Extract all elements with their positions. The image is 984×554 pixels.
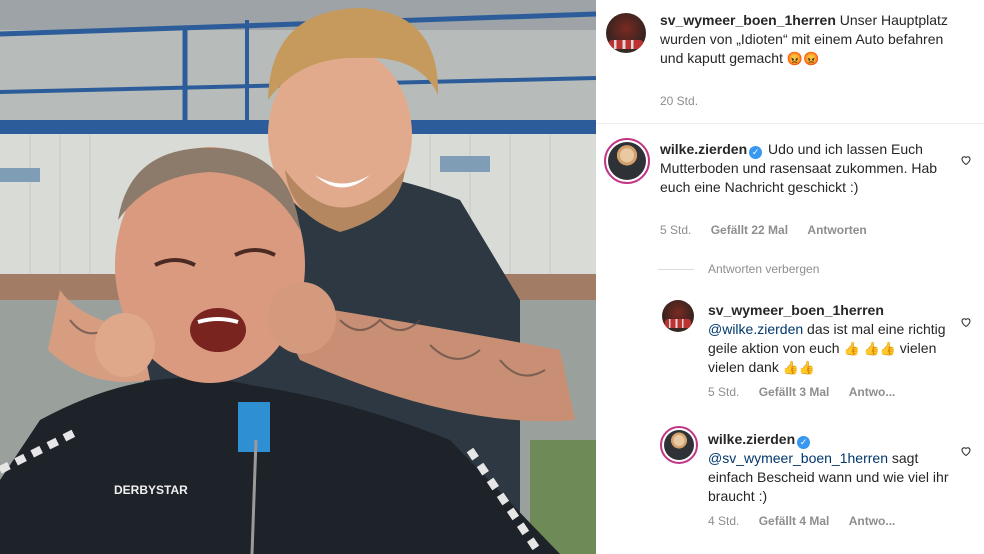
reply-time[interactable]: 5 Std. bbox=[708, 385, 739, 399]
reply-emoji-1: 👍 bbox=[843, 341, 860, 356]
wilke-avatar[interactable] bbox=[660, 426, 698, 464]
hide-replies-label: Antworten verbergen bbox=[708, 262, 820, 276]
hide-replies-button[interactable]: Antworten verbergen bbox=[658, 262, 819, 276]
comment-meta: 5 Std. Gefällt 22 Mal Antworten bbox=[660, 223, 883, 237]
caption-time-label[interactable]: 20 Std. bbox=[660, 94, 698, 108]
reply-emoji-3: 👍👍 bbox=[782, 360, 816, 375]
caption-time: 20 Std. bbox=[660, 94, 714, 108]
reply-likes[interactable]: Gefällt 4 Mal bbox=[759, 514, 830, 528]
comment-text: wilke.zierden ✓ Udo und ich lassen Euch M… bbox=[660, 140, 950, 197]
caption-emojis: 😡😡 bbox=[786, 51, 820, 66]
reply-text: sv_wymeer_boen_1herren @wilke.zierden da… bbox=[708, 301, 960, 377]
post-caption: sv_wymeer_boen_1herren Unser Hauptplatz … bbox=[596, 0, 984, 124]
hide-replies-divider bbox=[658, 268, 694, 270]
post-photo[interactable]: DERBYSTAR bbox=[0, 0, 596, 554]
reply-emoji-2: 👍👍 bbox=[863, 341, 896, 356]
wilke-avatar[interactable] bbox=[604, 138, 650, 184]
reply-text: wilke.zierden ✓ @sv_wymeer_boen_1herren s… bbox=[708, 430, 960, 506]
comments-panel: sv_wymeer_boen_1herren Unser Hauptplatz … bbox=[596, 0, 984, 554]
reply-likes[interactable]: Gefällt 3 Mal bbox=[759, 385, 830, 399]
comment-time[interactable]: 5 Std. bbox=[660, 223, 691, 237]
comment-reply-button[interactable]: Antworten bbox=[807, 223, 866, 237]
reply-meta: 5 Std. Gefällt 3 Mal Antwo... bbox=[708, 385, 911, 399]
verified-badge-icon: ✓ bbox=[797, 436, 811, 449]
reply-time[interactable]: 4 Std. bbox=[708, 514, 739, 528]
jacket-brand-text: DERBYSTAR bbox=[114, 483, 188, 497]
heart-outline-icon[interactable] bbox=[960, 445, 972, 457]
reply-mention[interactable]: @wilke.zierden bbox=[708, 321, 803, 337]
caption-username[interactable]: sv_wymeer_boen_1herren bbox=[660, 12, 836, 28]
verified-badge-icon: ✓ bbox=[749, 146, 763, 159]
club-avatar[interactable] bbox=[606, 13, 646, 53]
heart-outline-icon[interactable] bbox=[960, 316, 972, 328]
reply-username[interactable]: wilke.zierden bbox=[708, 431, 795, 447]
reply-meta: 4 Std. Gefällt 4 Mal Antwo... bbox=[708, 514, 911, 528]
heart-outline-icon[interactable] bbox=[960, 154, 972, 166]
caption-text: sv_wymeer_boen_1herren Unser Hauptplatz … bbox=[660, 11, 964, 68]
reply-username[interactable]: sv_wymeer_boen_1herren bbox=[708, 302, 884, 318]
reply-reply-button[interactable]: Antwo... bbox=[849, 385, 896, 399]
reply-mention[interactable]: @sv_wymeer_boen_1herren bbox=[708, 450, 888, 466]
club-avatar[interactable] bbox=[662, 300, 694, 332]
comment-likes[interactable]: Gefällt 22 Mal bbox=[711, 223, 788, 237]
comment-username[interactable]: wilke.zierden bbox=[660, 141, 747, 157]
reply-reply-button[interactable]: Antwo... bbox=[849, 514, 896, 528]
